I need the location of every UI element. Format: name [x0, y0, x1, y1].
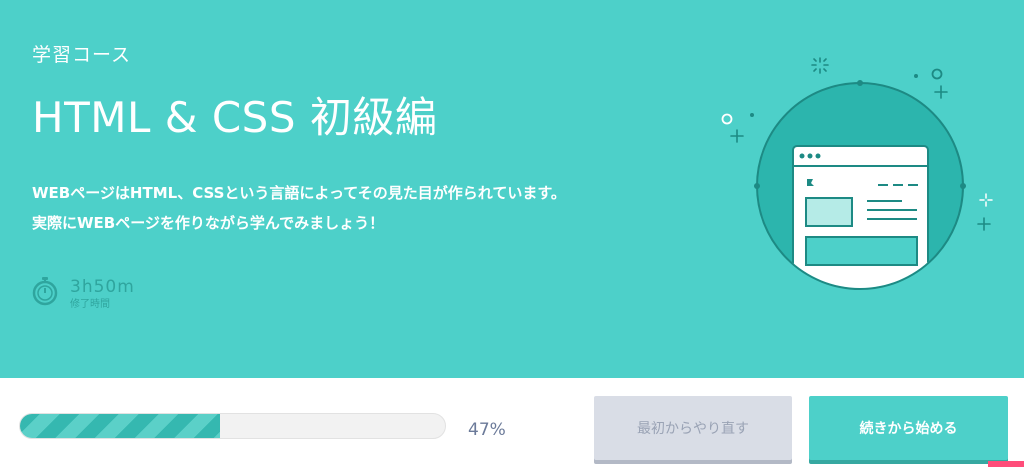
restart-button[interactable]: 最初からやり直す: [594, 396, 792, 460]
duration-value: 3h50m: [70, 277, 135, 297]
progress-fill: [20, 414, 220, 438]
course-type-label: 学習コース: [32, 44, 132, 66]
description-line-2: 実際にWEBページを作りながら学んでみましょう！: [32, 214, 385, 232]
course-hero: 学習コース HTML & CSS 初級編 WEBページはHTML、CSSという言…: [0, 0, 1024, 378]
progress-bar-area: 47% 最初からやり直す 続きから始める: [0, 378, 1024, 467]
corner-accent: [988, 461, 1024, 467]
stopwatch-icon: [32, 277, 58, 306]
progress-percentage: 47%: [468, 420, 506, 440]
duration-label: 修了時間: [70, 299, 110, 310]
course-title: HTML & CSS 初級編: [32, 93, 438, 142]
course-duration: 3h50m 修了時間: [32, 276, 135, 312]
description-line-1: WEBページはHTML、CSSという言語によってその見た目が作られています。: [32, 184, 566, 202]
webpage-illustration: [721, 57, 993, 290]
progress-track: [19, 413, 446, 439]
continue-button[interactable]: 続きから始める: [809, 396, 1008, 460]
course-description: WEBページはHTML、CSSという言語によってその見た目が作られています。 実…: [32, 178, 566, 238]
